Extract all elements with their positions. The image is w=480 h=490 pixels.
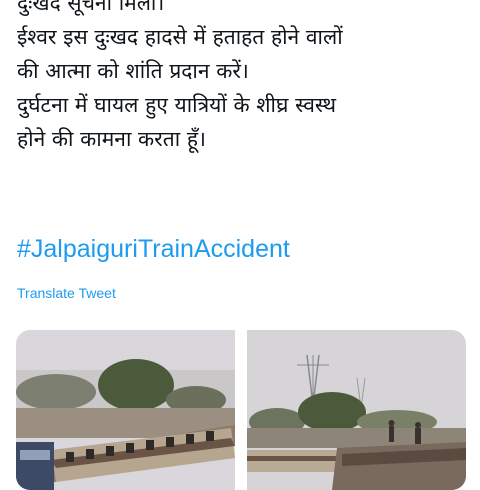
train-accident-photo-2[interactable] xyxy=(247,330,466,490)
tweet-text-line: ईश्वर इस दुःखद हादसे में हताहत होने वालो… xyxy=(17,25,343,49)
tweet-text-line: की आत्मा को शांति प्रदान करें। xyxy=(17,59,249,83)
translate-tweet-link[interactable]: Translate Tweet xyxy=(17,284,116,302)
tweet-media-grid xyxy=(16,330,466,490)
photo-2-image xyxy=(247,330,466,490)
hashtag-link[interactable]: #JalpaiguriTrainAccident xyxy=(17,232,290,266)
tweet-text-line: दुर्घटना में घायल हुए यात्रियों के शीघ्र… xyxy=(17,93,337,117)
tweet-text: दुःखद सूचना मिली। ईश्वर इस दुःखद हादसे म… xyxy=(17,0,467,156)
tweet-text-line: दुःखद सूचना मिली। xyxy=(17,0,165,15)
train-accident-photo-1[interactable] xyxy=(16,330,235,490)
photo-1-image xyxy=(16,330,235,490)
tweet-text-line: होने की कामना करता हूँ। xyxy=(17,127,206,151)
